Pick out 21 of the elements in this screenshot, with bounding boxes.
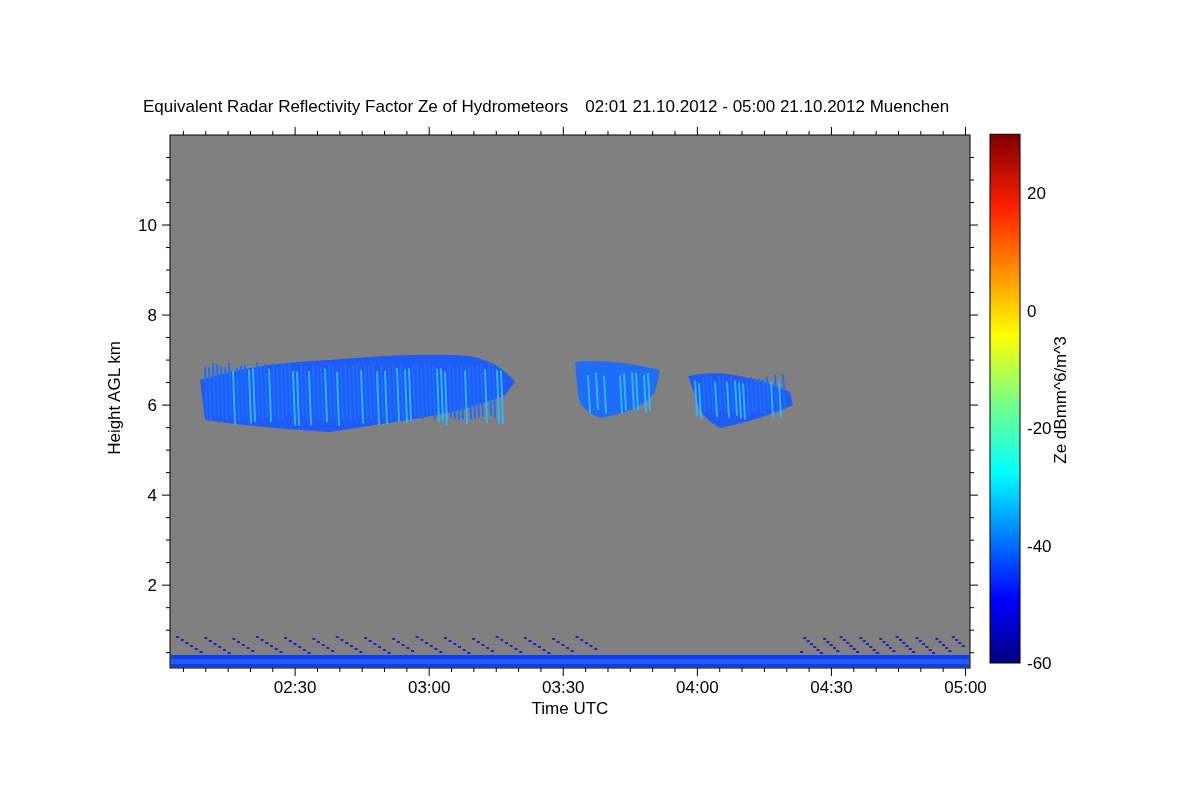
x-tick-label: 03:00 xyxy=(407,678,451,697)
x-tick-label: 04:00 xyxy=(676,678,719,697)
y-tick-label: 2 xyxy=(147,576,157,596)
colorbar-label: Ze dBmm^6/m^3 xyxy=(1051,336,1070,464)
colorbar-tick-label: -60 xyxy=(1027,654,1052,673)
x-tick-label: 02:30 xyxy=(273,678,317,697)
y-tick-label: 4 xyxy=(147,486,157,506)
x-tick-label: 03:30 xyxy=(542,678,585,697)
y-tick-label: 8 xyxy=(147,306,157,326)
colorbar-tick-label: 20 xyxy=(1027,184,1046,203)
chart-period: 02:01 21.10.2012 - 05:00 21.10.2012 Muenchen xyxy=(585,97,950,118)
y-tick-label: 6 xyxy=(147,396,157,416)
y-tick-label: 10 xyxy=(138,216,157,236)
colorbar-tick-label: -40 xyxy=(1027,536,1052,556)
colorbar-tick-label: 0 xyxy=(1027,301,1037,321)
y-axis-label: Height AGL km xyxy=(105,341,124,455)
x-axis-label: Time UTC xyxy=(531,699,609,718)
x-tick-label: 05:00 xyxy=(944,678,987,697)
x-tick-label: 04:30 xyxy=(810,678,853,697)
chart-title: Equivalent Radar Reflectivity Factor Ze of Hydrometeors xyxy=(143,97,569,118)
colorbar-tick-label: -20 xyxy=(1027,419,1052,438)
